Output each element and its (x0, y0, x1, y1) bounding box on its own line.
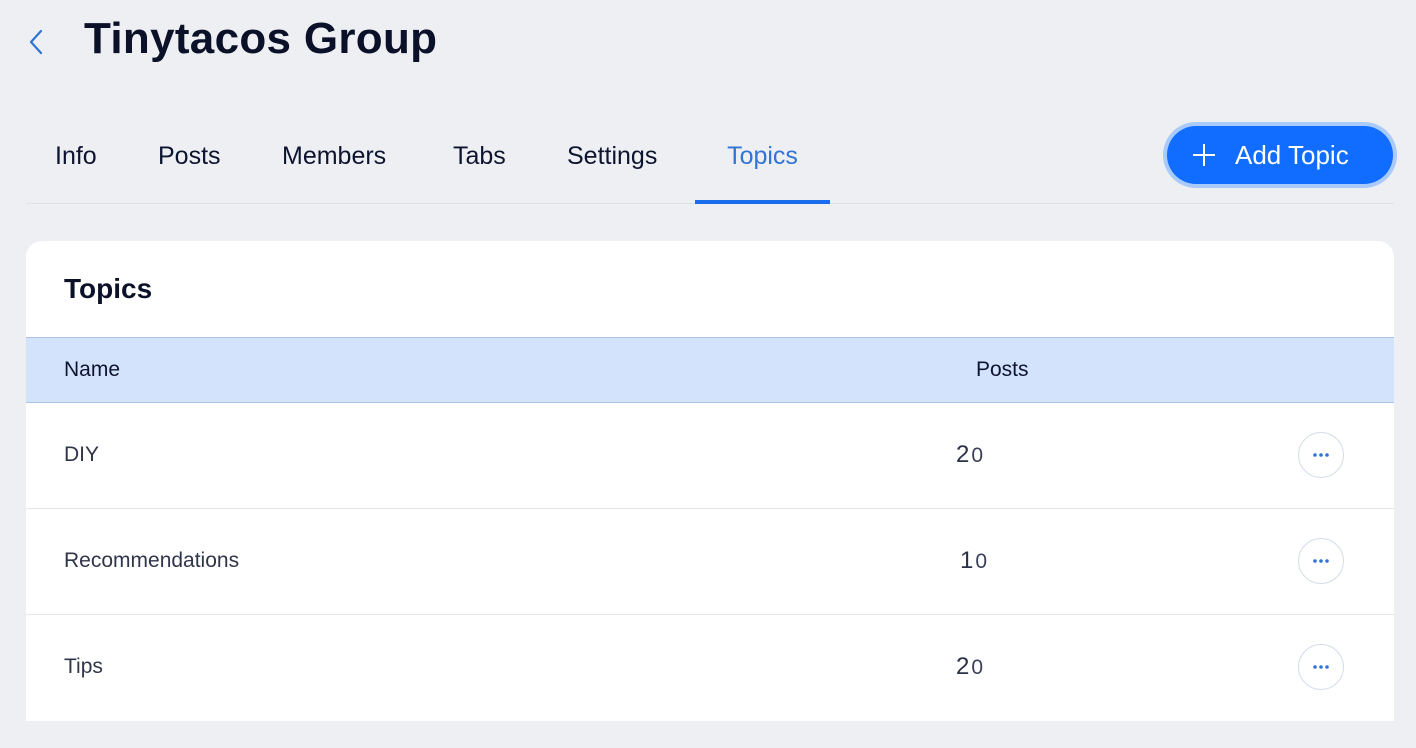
tab-settings[interactable]: Settings (567, 118, 657, 203)
topic-name: Tips (64, 655, 103, 678)
add-topic-button[interactable]: Add Topic (1167, 126, 1393, 184)
table-row: Tips 20 (26, 615, 1394, 721)
topic-posts: 10 (960, 547, 988, 574)
row-more-button[interactable] (1298, 538, 1344, 584)
topics-card: Topics Name Posts DIY 20 Recommendations… (26, 241, 1394, 721)
plus-icon (1193, 144, 1215, 166)
add-topic-label: Add Topic (1235, 139, 1349, 170)
tab-tabs[interactable]: Tabs (453, 118, 506, 203)
card-title: Topics (64, 273, 153, 304)
back-button[interactable] (22, 24, 50, 60)
table-row: Recommendations 10 (26, 509, 1394, 615)
more-horizontal-icon (1313, 665, 1329, 669)
page-title: Tinytacos Group (84, 14, 438, 63)
tab-info[interactable]: Info (55, 118, 97, 203)
tab-posts[interactable]: Posts (158, 118, 221, 203)
table-header: Name Posts (26, 337, 1394, 403)
table-row: DIY 20 (26, 403, 1394, 509)
topic-posts: 20 (956, 441, 984, 468)
more-horizontal-icon (1313, 453, 1329, 457)
tab-topics[interactable]: Topics (695, 118, 830, 204)
topic-name: Recommendations (64, 549, 240, 572)
chevron-left-icon (29, 29, 43, 55)
topic-name: DIY (64, 443, 100, 466)
topic-posts: 20 (956, 653, 984, 680)
row-more-button[interactable] (1298, 432, 1344, 478)
row-more-button[interactable] (1298, 644, 1344, 690)
column-header-name: Name (64, 358, 121, 381)
column-header-posts: Posts (976, 358, 1029, 381)
more-horizontal-icon (1313, 559, 1329, 563)
tab-members[interactable]: Members (282, 118, 386, 203)
